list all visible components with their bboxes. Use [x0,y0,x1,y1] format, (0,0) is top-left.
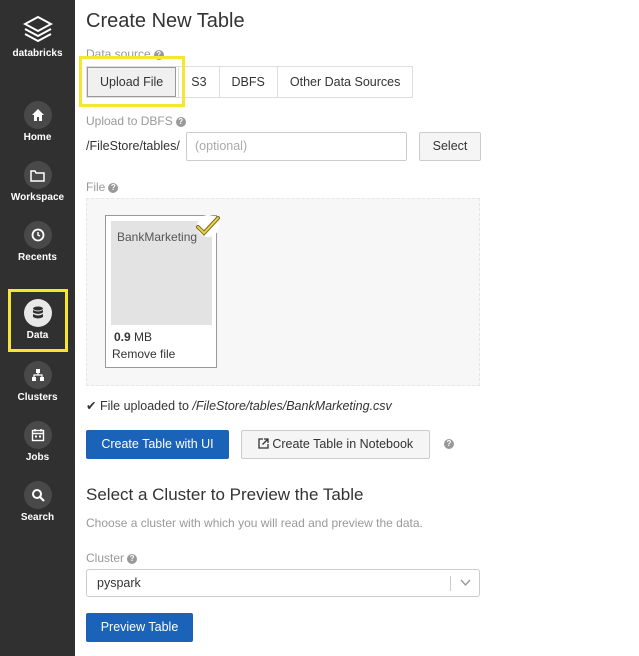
dbfs-path-input[interactable]: (optional) [186,132,407,161]
sidebar-item-label: Search [20,512,55,523]
help-icon[interactable]: ? [175,117,186,127]
sidebar-item-home[interactable]: Home [0,101,75,143]
sidebar: databricks Home Workspace Recents Data C… [0,0,75,656]
cluster-label-text: Cluster [86,551,125,565]
databricks-logo[interactable]: databricks [0,14,75,59]
help-icon[interactable]: ? [444,439,454,449]
file-label: File? [86,180,119,194]
sidebar-item-label: Workspace [10,192,65,203]
create-table-notebook-button[interactable]: Create Table in Notebook [241,430,430,459]
dbfs-path-placeholder: (optional) [195,139,248,153]
sidebar-item-label: Recents [18,252,57,263]
cluster-select[interactable]: pyspark [86,569,480,597]
dbfs-path-prefix: /FileStore/tables/ [86,139,180,153]
file-label-text: File [86,180,106,194]
upload-status-path: /FileStore/tables/BankMarketing.csv [192,399,392,413]
create-table-notebook-label: Create Table in Notebook [272,437,414,451]
tab-other-data-sources[interactable]: Other Data Sources [276,67,412,97]
search-icon [23,481,52,509]
cluster-section-heading: Select a Cluster to Preview the Table [86,485,364,504]
upload-to-dbfs-label: Upload to DBFS? [86,114,186,128]
sidebar-item-label: Home [23,132,52,143]
select-divider [450,576,451,591]
file-preview-card: BankMarketing 0.9 MB Remove file [105,215,220,368]
create-table-ui-button[interactable]: Create Table with UI [86,430,229,459]
checkmark-icon [196,215,220,237]
preview-table-button[interactable]: Preview Table [86,613,193,642]
home-icon [23,101,52,129]
upload-status: ✔ File uploaded to /FileStore/tables/Ban… [86,398,392,413]
cluster-label: Cluster? [86,551,138,565]
check-icon: ✔ [86,399,97,413]
sidebar-item-clusters[interactable]: Clusters [0,361,75,403]
highlight-data [8,289,68,352]
cluster-select-value: pyspark [97,576,141,590]
sidebar-item-recents[interactable]: Recents [0,221,75,263]
upload-to-dbfs-label-text: Upload to DBFS [86,114,173,128]
sidebar-item-workspace[interactable]: Workspace [0,161,75,203]
highlight-upload-file [79,56,185,107]
cluster-section-description: Choose a cluster with which you will rea… [86,516,423,530]
file-size-unit: MB [134,330,153,344]
file-size-value: 0.9 [114,330,131,344]
external-link-icon [258,437,272,451]
brand-label: databricks [12,48,63,59]
sidebar-item-label: Clusters [17,392,58,403]
chevron-down-icon [460,579,471,587]
tab-dbfs[interactable]: DBFS [218,67,277,97]
sidebar-item-search[interactable]: Search [0,481,75,523]
select-button[interactable]: Select [419,132,481,161]
file-size: 0.9 MB [114,330,152,344]
databricks-stack-icon [22,15,53,43]
remove-file-link[interactable]: Remove file [112,347,175,361]
clock-icon [23,221,52,249]
calendar-icon [23,421,52,449]
help-icon[interactable]: ? [108,183,119,193]
file-dropzone[interactable]: BankMarketing 0.9 MB Remove file [86,198,480,386]
sidebar-item-label: Jobs [25,452,50,463]
folder-icon [23,161,52,189]
sidebar-item-jobs[interactable]: Jobs [0,421,75,463]
cluster-icon [23,361,52,389]
page-title: Create New Table [86,10,245,32]
help-icon[interactable]: ? [127,554,138,564]
upload-status-text: File uploaded to [99,399,193,413]
